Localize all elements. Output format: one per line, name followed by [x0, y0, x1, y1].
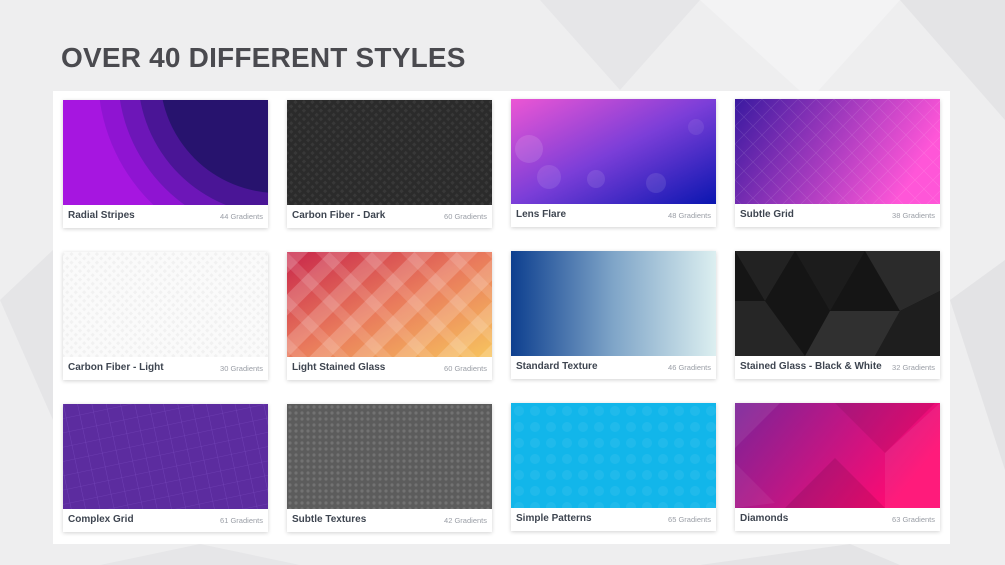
subtle-textures-swatch — [287, 404, 492, 509]
style-card-simple-patterns[interactable]: Simple Patterns 65 Gradients — [511, 403, 716, 531]
gradient-count: 30 Gradients — [220, 364, 263, 373]
style-name: Carbon Fiber - Dark — [292, 210, 386, 221]
standard-texture-swatch — [511, 251, 716, 356]
card-footer: Diamonds 63 Gradients — [735, 508, 940, 531]
style-name: Subtle Grid — [740, 209, 794, 220]
style-card-standard-texture[interactable]: Standard Texture 46 Gradients — [511, 251, 716, 379]
style-card-carbon-fiber-light[interactable]: Carbon Fiber - Light 30 Gradients — [63, 252, 268, 380]
styles-panel: Radial Stripes 44 Gradients Carbon Fiber… — [53, 91, 950, 544]
style-card-complex-grid[interactable]: Complex Grid 61 Gradients — [63, 404, 268, 532]
gradient-count: 63 Gradients — [892, 515, 935, 524]
card-footer: Light Stained Glass 60 Gradients — [287, 357, 492, 380]
carbon-fiber-dark-swatch — [287, 100, 492, 205]
style-card-light-stained-glass[interactable]: Light Stained Glass 60 Gradients — [287, 252, 492, 380]
page-title: OVER 40 DIFFERENT STYLES — [61, 42, 466, 73]
style-card-stained-glass-bw[interactable]: Stained Glass - Black & White 32 Gradien… — [735, 251, 940, 379]
style-card-subtle-textures[interactable]: Subtle Textures 42 Gradients — [287, 404, 492, 532]
subtle-grid-swatch — [735, 99, 940, 204]
card-footer: Lens Flare 48 Gradients — [511, 204, 716, 227]
card-footer: Subtle Grid 38 Gradients — [735, 204, 940, 227]
style-name: Stained Glass - Black & White — [740, 361, 882, 372]
card-footer: Complex Grid 61 Gradients — [63, 509, 268, 532]
style-name: Complex Grid — [68, 514, 134, 525]
gradient-count: 32 Gradients — [892, 363, 935, 372]
gradient-count: 48 Gradients — [668, 211, 711, 220]
style-name: Diamonds — [740, 513, 789, 524]
light-stained-glass-swatch — [287, 252, 492, 357]
radial-stripes-swatch — [63, 100, 268, 205]
style-card-subtle-grid[interactable]: Subtle Grid 38 Gradients — [735, 99, 940, 227]
style-card-diamonds[interactable]: Diamonds 63 Gradients — [735, 403, 940, 531]
gradient-count: 65 Gradients — [668, 515, 711, 524]
style-name: Radial Stripes — [68, 210, 135, 221]
gradient-count: 42 Gradients — [444, 516, 487, 525]
style-name: Lens Flare — [516, 209, 567, 220]
card-footer: Carbon Fiber - Dark 60 Gradients — [287, 205, 492, 228]
gradient-count: 38 Gradients — [892, 211, 935, 220]
gradient-count: 46 Gradients — [668, 363, 711, 372]
gradient-count: 61 Gradients — [220, 516, 263, 525]
card-footer: Radial Stripes 44 Gradients — [63, 205, 268, 228]
style-name: Subtle Textures — [292, 514, 367, 525]
card-footer: Subtle Textures 42 Gradients — [287, 509, 492, 532]
card-footer: Carbon Fiber - Light 30 Gradients — [63, 357, 268, 380]
card-footer: Simple Patterns 65 Gradients — [511, 508, 716, 531]
style-card-radial-stripes[interactable]: Radial Stripes 44 Gradients — [63, 100, 268, 228]
carbon-fiber-light-swatch — [63, 252, 268, 357]
gradient-count: 60 Gradients — [444, 212, 487, 221]
lens-flare-swatch — [511, 99, 716, 204]
gradient-count: 60 Gradients — [444, 364, 487, 373]
card-footer: Standard Texture 46 Gradients — [511, 356, 716, 379]
simple-patterns-swatch — [511, 403, 716, 508]
card-footer: Stained Glass - Black & White 32 Gradien… — [735, 356, 940, 379]
style-name: Standard Texture — [516, 361, 598, 372]
gradient-count: 44 Gradients — [220, 212, 263, 221]
style-name: Carbon Fiber - Light — [68, 362, 164, 373]
style-name: Light Stained Glass — [292, 362, 386, 373]
style-card-carbon-fiber-dark[interactable]: Carbon Fiber - Dark 60 Gradients — [287, 100, 492, 228]
style-card-lens-flare[interactable]: Lens Flare 48 Gradients — [511, 99, 716, 227]
stained-glass-bw-swatch — [735, 251, 940, 356]
style-name: Simple Patterns — [516, 513, 592, 524]
complex-grid-swatch — [63, 404, 268, 509]
diamonds-swatch — [735, 403, 940, 508]
